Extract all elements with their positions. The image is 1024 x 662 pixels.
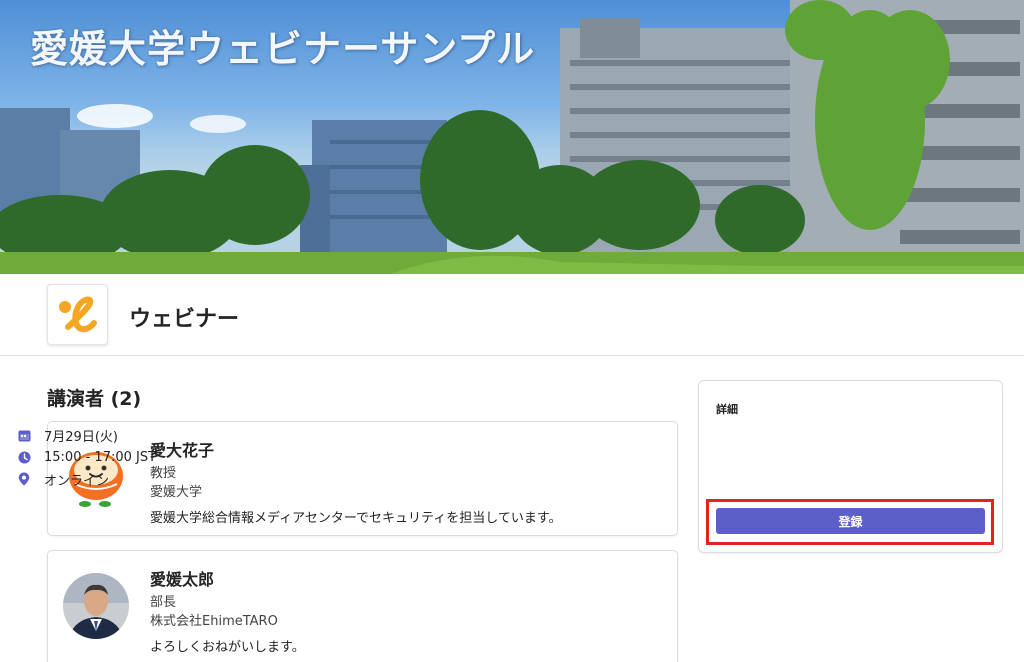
speaker-organization: 株式会社EhimeTARO	[150, 614, 278, 629]
campus-banner: 愛媛大学ウェビナーサンプル	[0, 0, 1024, 274]
event-time: 15:00 - 17:00 JST	[44, 449, 157, 465]
speaker-name: 愛大花子	[150, 441, 215, 460]
event-location: オンライン	[44, 473, 110, 489]
details-heading: 詳細	[716, 403, 738, 416]
speaker-name: 愛媛太郎	[150, 570, 215, 589]
speaker-card[interactable]: 愛大花子 教授 愛媛大学 愛媛大学総合情報メディアセンターでセキュリティを担当し…	[47, 421, 678, 536]
speakers-heading: 講演者 (2)	[47, 388, 142, 410]
speaker-card[interactable]: 愛媛太郎 部長 株式会社EhimeTARO よろしくおねがいします。	[47, 550, 678, 662]
clock-icon	[17, 450, 31, 464]
speaker-bio: よろしくおねがいします。	[150, 640, 305, 655]
person-photo-icon	[63, 573, 129, 639]
ehime-e-logo-icon	[47, 284, 108, 345]
detail-time: 15:00 - 17:00 JST	[17, 448, 156, 466]
register-button[interactable]: 登録	[716, 508, 985, 534]
page-title: ウェビナー	[129, 307, 240, 332]
speaker-role: 部長	[150, 595, 177, 610]
speaker-organization: 愛媛大学	[150, 485, 203, 500]
location-pin-icon	[17, 472, 31, 486]
detail-date: 7月29日(火)	[17, 426, 118, 445]
webinar-header: ウェビナー	[0, 274, 1024, 356]
calendar-icon	[17, 428, 31, 442]
detail-location: オンライン	[17, 470, 110, 489]
speaker-bio: 愛媛大学総合情報メディアセンターでセキュリティを担当しています。	[150, 511, 562, 526]
event-date: 7月29日(火)	[44, 429, 118, 445]
banner-title: 愛媛大学ウェビナーサンプル	[30, 27, 536, 71]
